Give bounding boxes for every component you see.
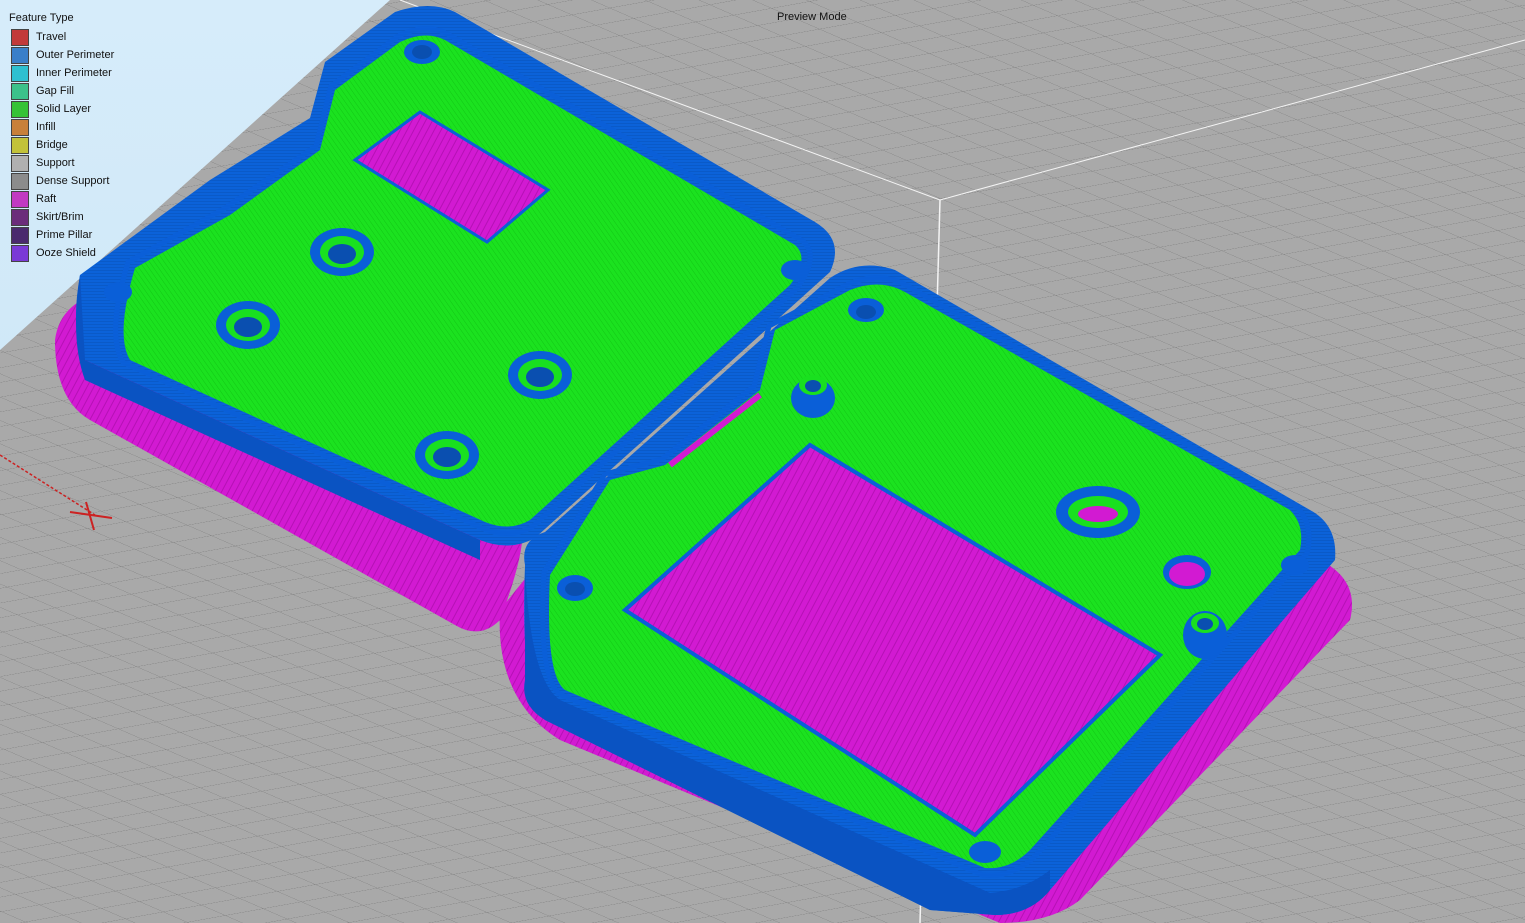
- legend-swatch: [11, 190, 29, 208]
- left-corner-hole: [104, 282, 132, 302]
- legend-item: Raft: [9, 190, 114, 208]
- right-corner-hole: [969, 841, 1001, 863]
- legend-item: Bridge: [9, 136, 114, 154]
- legend-item: Infill: [9, 118, 114, 136]
- legend-item: Ooze Shield: [9, 244, 114, 262]
- left-screw-boss: [310, 228, 374, 276]
- right-corner-hole: [848, 298, 884, 322]
- left-screw-boss: [508, 351, 572, 399]
- 3d-preview-viewport[interactable]: Feature Type Travel Outer Perimeter Inner …: [0, 0, 1525, 923]
- legend-label: Bridge: [36, 139, 68, 151]
- legend-item: Skirt/Brim: [9, 208, 114, 226]
- legend-swatch: [11, 244, 29, 262]
- legend-swatch: [11, 28, 29, 46]
- legend-label: Outer Perimeter: [36, 49, 115, 61]
- legend-label: Infill: [36, 121, 56, 133]
- legend-label: Dense Support: [36, 175, 110, 187]
- legend-label: Inner Perimeter: [36, 67, 112, 79]
- legend-item: Dense Support: [9, 172, 114, 190]
- legend-swatch: [11, 154, 29, 172]
- legend-item: Outer Perimeter: [9, 46, 114, 64]
- legend-item: Prime Pillar: [9, 226, 114, 244]
- right-screw-boss: [1183, 611, 1227, 659]
- right-corner-hole: [1281, 555, 1309, 575]
- legend-swatch: [11, 64, 29, 82]
- right-round-hole: [1163, 555, 1211, 589]
- left-corner-hole: [781, 260, 809, 280]
- legend-item: Support: [9, 154, 114, 172]
- preview-mode-label: Preview Mode: [777, 11, 847, 23]
- print-preview-scene[interactable]: [0, 0, 1525, 923]
- right-corner-hole: [557, 575, 593, 601]
- legend-label: Ooze Shield: [36, 247, 96, 259]
- legend-label: Travel: [36, 31, 67, 43]
- legend-item: Gap Fill: [9, 82, 114, 100]
- legend-label: Solid Layer: [36, 103, 92, 115]
- legend-items: Travel Outer Perimeter Inner Perimeter Gap …: [9, 28, 114, 262]
- legend-item: Travel: [9, 28, 114, 46]
- legend-label: Raft: [36, 193, 57, 205]
- legend-swatch: [11, 136, 29, 154]
- legend-label: Skirt/Brim: [36, 211, 84, 223]
- legend-swatch: [11, 226, 29, 244]
- legend-swatch: [11, 46, 29, 64]
- feature-type-legend: Feature Type Travel Outer Perimeter Inner …: [9, 11, 114, 262]
- legend-swatch: [11, 172, 29, 190]
- legend-item: Inner Perimeter: [9, 64, 114, 82]
- left-screw-boss: [415, 431, 479, 479]
- legend-label: Prime Pillar: [36, 229, 93, 241]
- legend-swatch: [11, 118, 29, 136]
- legend-title: Feature Type: [9, 12, 74, 24]
- legend-label: Support: [36, 157, 75, 169]
- left-corner-hole: [404, 40, 440, 64]
- legend-swatch: [11, 100, 29, 118]
- legend-item: Solid Layer: [9, 100, 114, 118]
- legend-label: Gap Fill: [36, 85, 74, 97]
- left-screw-boss: [216, 301, 280, 349]
- right-slot-boss: [1056, 486, 1140, 538]
- legend-swatch: [11, 82, 29, 100]
- legend-swatch: [11, 208, 29, 226]
